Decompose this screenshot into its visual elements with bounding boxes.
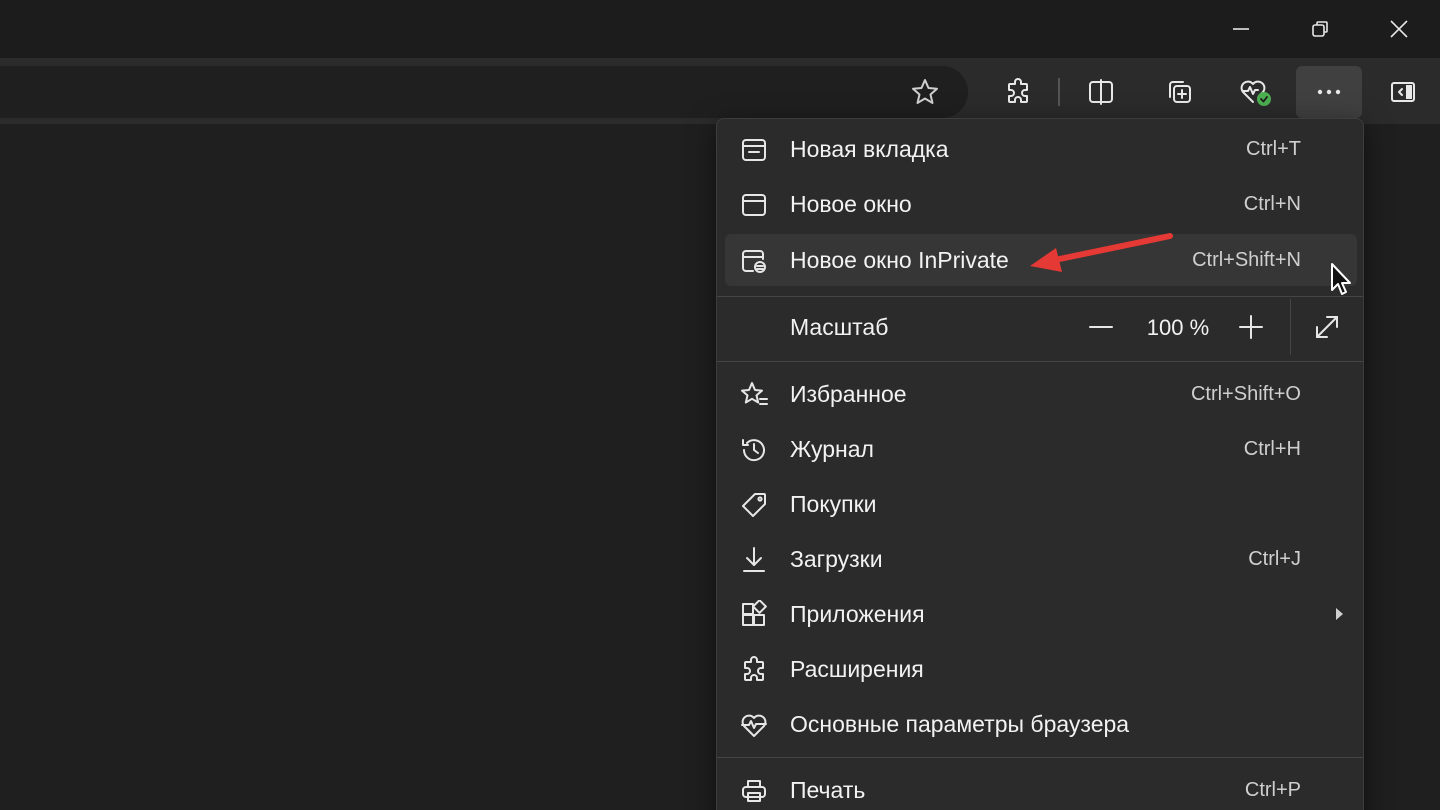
browser-essentials-button[interactable]: [1222, 66, 1288, 118]
menu-item-label: Избранное: [790, 380, 907, 407]
submenu-arrow-icon: [1333, 606, 1345, 627]
star-icon: [912, 79, 938, 104]
toolbar-separator: [1058, 78, 1060, 106]
menu-item-shortcut: Ctrl+T: [1246, 137, 1301, 160]
heart-pulse-icon: [739, 710, 769, 740]
collections-button[interactable]: [1146, 66, 1212, 118]
favorites-icon: [739, 380, 769, 410]
menu-item-print[interactable]: Печать Ctrl+P: [725, 764, 1357, 810]
menu-separator: [717, 361, 1363, 362]
zoom-in-button[interactable]: [1228, 304, 1274, 350]
menu-item-apps[interactable]: Приложения: [725, 588, 1357, 640]
sidebar-toggle-button[interactable]: [1370, 66, 1436, 118]
restore-button[interactable]: [1281, 0, 1359, 58]
zoom-separator: [1290, 299, 1291, 355]
menu-item-shopping[interactable]: Покупки: [725, 478, 1357, 530]
menu-item-shortcut: Ctrl+J: [1248, 547, 1301, 570]
address-bar[interactable]: [0, 66, 968, 118]
collections-icon: [1169, 81, 1191, 103]
new-tab-icon: [739, 135, 769, 165]
zoom-value: 100 %: [1146, 315, 1210, 340]
minus-icon: [1089, 326, 1113, 328]
more-dots-icon: [1317, 89, 1341, 95]
split-screen-icon: [1089, 79, 1113, 105]
favorite-star-button[interactable]: [892, 66, 958, 118]
menu-item-label: Новая вкладка: [790, 135, 949, 162]
apps-icon: [739, 599, 769, 630]
menu-item-downloads[interactable]: Загрузки Ctrl+J: [725, 533, 1357, 585]
inprivate-icon: [739, 246, 769, 276]
fullscreen-button[interactable]: [1304, 304, 1350, 350]
printer-icon: [739, 776, 769, 806]
menu-item-history[interactable]: Журнал Ctrl+H: [725, 423, 1357, 475]
sidebar-icon: [1391, 82, 1415, 102]
menu-item-favorites[interactable]: Избранное Ctrl+Shift+O: [725, 368, 1357, 420]
menu-item-shortcut: Ctrl+P: [1244, 778, 1301, 801]
minimize-icon: [1233, 28, 1249, 30]
title-bar: [0, 0, 1440, 58]
heart-pulse-icon: [1240, 80, 1271, 106]
settings-menu: Новая вкладка Ctrl+T Новое окно Ctrl+N Н…: [716, 118, 1364, 810]
menu-item-label: Приложения: [790, 600, 925, 627]
annotation-arrow: [1030, 233, 1173, 272]
menu-item-new-window[interactable]: Новое окно Ctrl+N: [725, 178, 1357, 230]
close-icon: [1390, 20, 1408, 38]
menu-item-label: Расширения: [790, 655, 924, 682]
mouse-cursor-icon: [1331, 263, 1351, 295]
menu-item-browser-essentials[interactable]: Основные параметры браузера: [725, 698, 1357, 750]
plus-icon: [1239, 315, 1263, 339]
menu-item-label: Загрузки: [790, 545, 883, 572]
extensions-button[interactable]: [985, 66, 1051, 118]
expand-icon: [1316, 316, 1338, 338]
menu-item-shortcut: Ctrl+H: [1243, 437, 1301, 460]
zoom-out-button[interactable]: [1078, 304, 1124, 350]
download-icon: [739, 545, 769, 575]
tag-icon: [739, 490, 769, 520]
menu-separator: [717, 296, 1363, 297]
restore-icon: [1312, 21, 1328, 37]
menu-item-shortcut: Ctrl+Shift+N: [1192, 248, 1301, 271]
menu-item-label: Журнал: [790, 435, 874, 462]
split-screen-button[interactable]: [1068, 66, 1134, 118]
menu-separator: [717, 757, 1363, 758]
menu-item-new-tab[interactable]: Новая вкладка Ctrl+T: [725, 123, 1357, 175]
menu-item-extensions[interactable]: Расширения: [725, 643, 1357, 695]
menu-item-label: Покупки: [790, 490, 877, 517]
menu-item-label: Основные параметры браузера: [790, 710, 1130, 737]
minimize-button[interactable]: [1202, 0, 1280, 58]
zoom-label: Масштаб: [790, 314, 889, 340]
zoom-row: Масштаб 100 %: [725, 299, 1357, 355]
close-window-button[interactable]: [1360, 0, 1438, 58]
menu-item-shortcut: Ctrl+N: [1243, 192, 1301, 215]
extensions-icon: [739, 655, 769, 685]
browser-toolbar: [0, 58, 1440, 124]
settings-and-more-button[interactable]: [1296, 66, 1362, 118]
new-window-icon: [739, 190, 769, 220]
menu-item-shortcut: Ctrl+Shift+O: [1190, 382, 1301, 405]
menu-item-label: Новое окно: [790, 190, 912, 217]
menu-item-label: Новое окно InPrivate: [790, 246, 1009, 273]
puzzle-icon: [1008, 78, 1028, 103]
menu-item-label: Печать: [790, 776, 866, 803]
history-icon: [739, 435, 769, 465]
